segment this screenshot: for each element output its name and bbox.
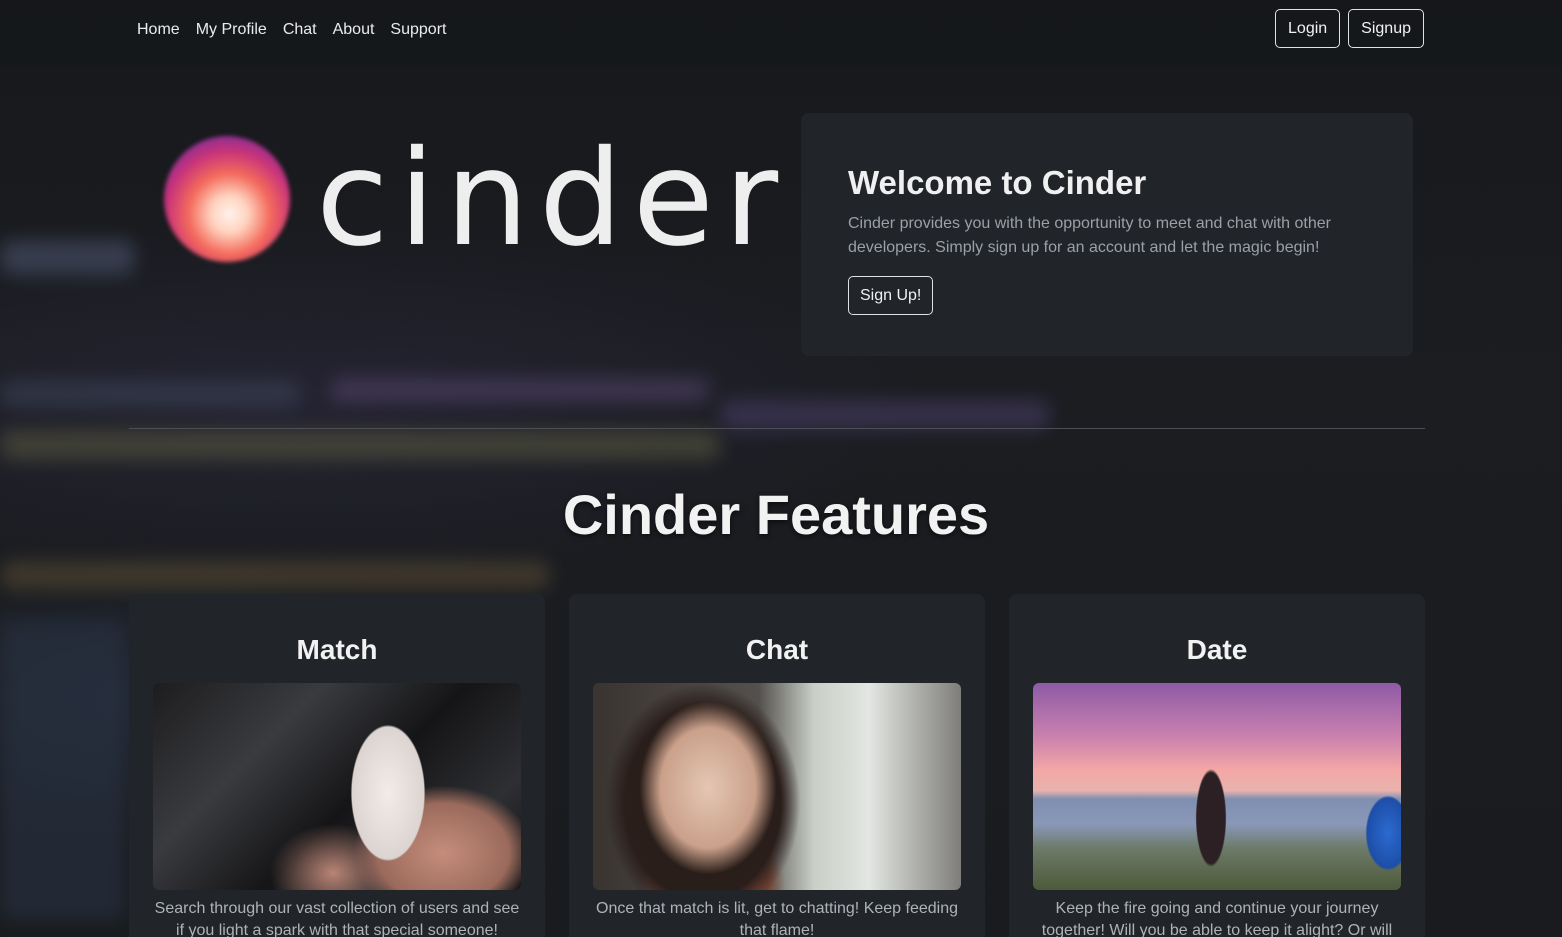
flame-orb-icon [164, 136, 290, 262]
background-blur [720, 400, 1050, 430]
welcome-title: Welcome to Cinder [848, 164, 1147, 201]
background-blur [0, 560, 550, 590]
logo-wordmark: cinder [316, 122, 789, 276]
features-title: Cinder Features [562, 483, 990, 546]
nav-link-support[interactable]: Support [382, 17, 454, 43]
nav-actions: Login Signup [1275, 9, 1424, 48]
feature-card-match: Match Search through our vast collection… [129, 594, 545, 937]
background-blur [330, 378, 710, 402]
phone-match-image [153, 683, 521, 890]
feature-title: Date [1186, 634, 1248, 665]
navbar: Home My Profile Chat About Support Login… [0, 0, 1562, 65]
feature-text: Keep the fire going and continue your jo… [1041, 900, 1393, 937]
couple-sunset-image [1033, 683, 1401, 890]
cinder-logo: cinder [160, 124, 778, 278]
feature-text: Search through our vast collection of us… [154, 900, 520, 937]
nav-link-my-profile[interactable]: My Profile [188, 17, 275, 43]
nav-link-about[interactable]: About [325, 17, 383, 43]
feature-text: Once that match is lit, get to chatting!… [596, 900, 958, 937]
feature-card-chat: Chat Once that match is lit, get to chat… [569, 594, 985, 937]
feature-title: Match [296, 634, 378, 665]
background-blur [0, 380, 300, 408]
welcome-text: Cinder provides you with the opportunity… [848, 215, 1331, 256]
nav-link-chat[interactable]: Chat [275, 17, 325, 43]
woman-texting-image [593, 683, 961, 890]
background-blur [0, 430, 720, 460]
divider [129, 428, 1425, 429]
signup-button[interactable]: Signup [1348, 9, 1424, 48]
background-blur [0, 620, 125, 920]
welcome-card: Welcome to Cinder Cinder provides you wi… [801, 113, 1413, 356]
background-blur [0, 240, 135, 275]
sign-up-button[interactable]: Sign Up! [848, 276, 934, 315]
nav-link-home[interactable]: Home [129, 17, 188, 43]
nav-links: Home My Profile Chat About Support [129, 17, 454, 43]
feature-title: Chat [745, 634, 809, 665]
feature-card-date: Date Keep the fire going and continue yo… [1009, 594, 1425, 937]
login-button[interactable]: Login [1275, 9, 1341, 48]
